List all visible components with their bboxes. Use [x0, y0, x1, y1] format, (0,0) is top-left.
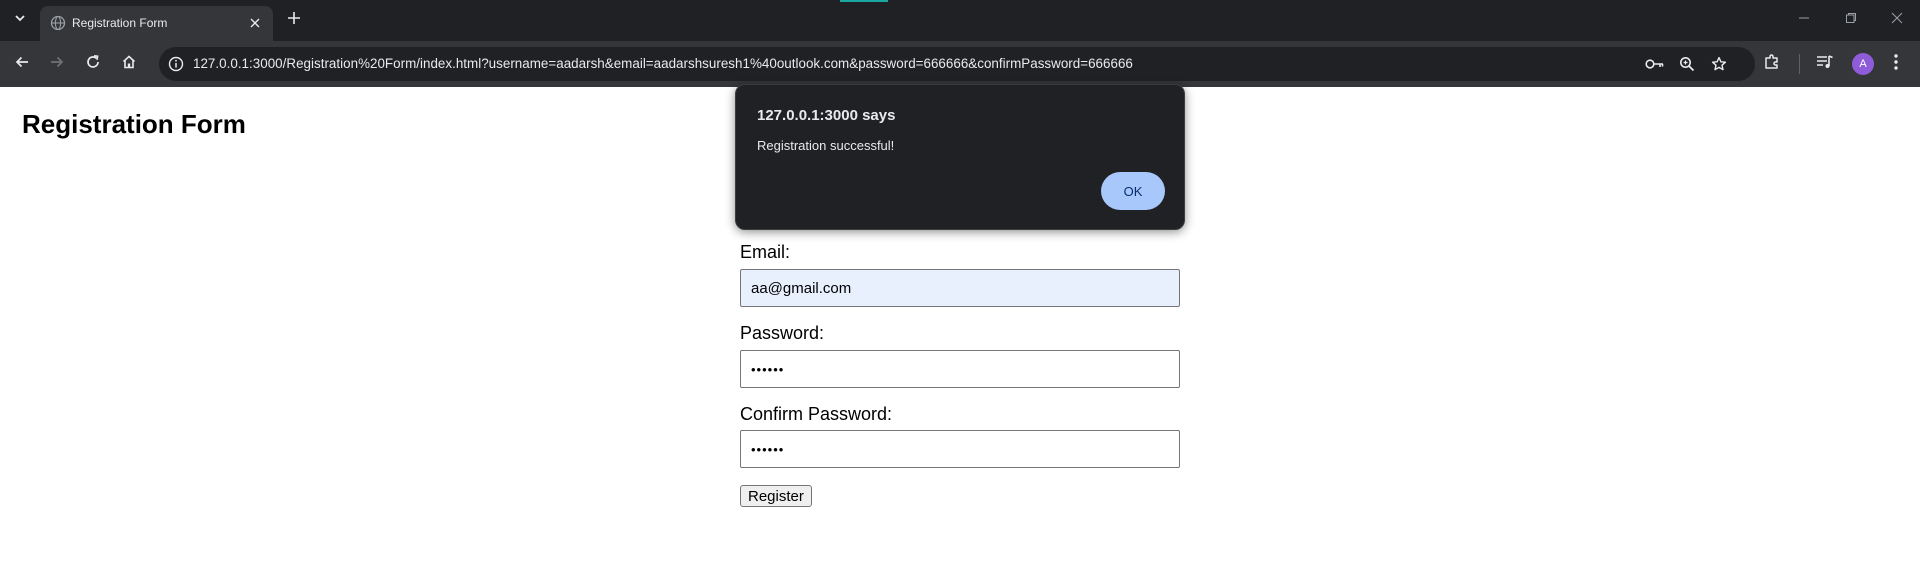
new-tab-button[interactable] [282, 8, 306, 32]
dialog-heading: 127.0.0.1:3000 says [757, 107, 896, 124]
puzzle-icon [1763, 53, 1781, 76]
window-close-button[interactable] [1883, 8, 1911, 32]
confirm-password-field[interactable]: •••••• [740, 430, 1180, 468]
reload-icon [85, 54, 101, 75]
tab-group-indicator [840, 0, 888, 2]
info-icon[interactable] [166, 54, 186, 74]
page-title: Registration Form [22, 109, 246, 139]
close-icon[interactable] [245, 13, 265, 33]
reload-button[interactable] [79, 50, 107, 78]
globe-icon [50, 15, 66, 31]
email-label: Email: [740, 242, 791, 262]
restore-button[interactable] [1837, 8, 1865, 32]
dialog-message: Registration successful! [757, 138, 895, 153]
browser-toolbar: 127.0.0.1:3000/Registration%20Form/index… [0, 41, 1920, 87]
tab-search-button[interactable] [6, 8, 34, 32]
close-icon [1891, 11, 1903, 29]
ok-button[interactable]: OK [1101, 172, 1165, 210]
star-icon[interactable] [1709, 54, 1729, 74]
forward-button[interactable] [43, 50, 71, 78]
key-icon[interactable] [1645, 54, 1665, 74]
tab-strip: Registration Form [0, 0, 1920, 41]
restore-icon [1845, 11, 1857, 29]
minimize-icon [1798, 11, 1810, 29]
home-icon [121, 54, 137, 75]
back-arrow-icon [14, 54, 30, 75]
url-text: 127.0.0.1:3000/Registration%20Form/index… [193, 56, 1133, 71]
active-tab[interactable]: Registration Form [40, 6, 273, 41]
profile-avatar[interactable]: A [1852, 53, 1874, 75]
address-bar[interactable]: 127.0.0.1:3000/Registration%20Form/index… [159, 47, 1755, 81]
password-field[interactable]: •••••• [740, 350, 1180, 388]
toolbar-divider [1799, 54, 1800, 74]
extensions-button[interactable] [1760, 52, 1784, 76]
menu-button[interactable] [1884, 52, 1908, 76]
media-list-icon [1816, 54, 1834, 75]
kebab-menu-icon [1893, 53, 1899, 76]
forward-arrow-icon [49, 54, 65, 75]
home-button[interactable] [115, 50, 143, 78]
plus-icon [287, 11, 301, 30]
chevron-down-icon [14, 11, 26, 29]
alert-dialog: 127.0.0.1:3000 says Registration success… [735, 84, 1185, 230]
zoom-icon[interactable] [1677, 54, 1697, 74]
password-label: Password: [740, 323, 825, 343]
email-field[interactable]: aa@gmail.com [740, 269, 1180, 307]
register-button[interactable]: Register [740, 485, 812, 507]
minimize-button[interactable] [1790, 8, 1818, 32]
confirm-password-label: Confirm Password: [740, 404, 893, 424]
tab-title: Registration Form [72, 16, 168, 30]
back-button[interactable] [8, 50, 36, 78]
media-list-button[interactable] [1813, 52, 1837, 76]
